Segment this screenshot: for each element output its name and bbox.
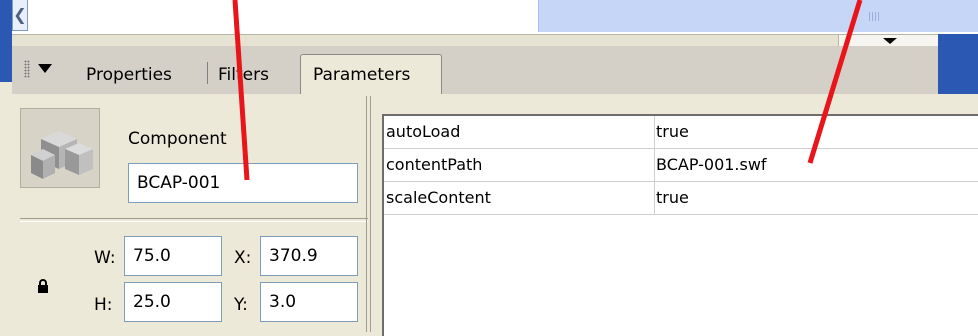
annotation-arrow-left	[232, 0, 250, 181]
annotation-arrow-right	[807, 0, 863, 164]
annotation-overlay	[232, 0, 863, 181]
